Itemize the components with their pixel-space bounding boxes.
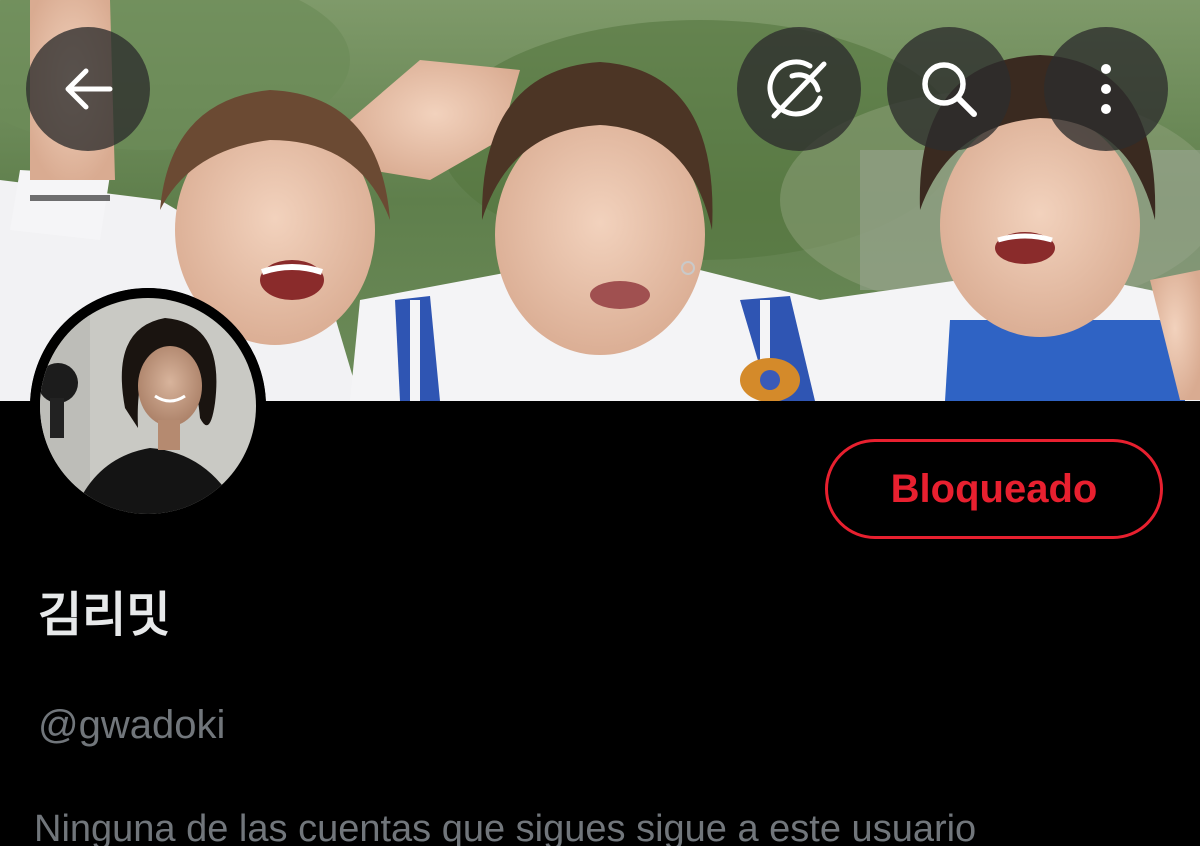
back-button[interactable] <box>26 27 150 151</box>
search-button[interactable] <box>887 27 1011 151</box>
more-options-button[interactable] <box>1044 27 1168 151</box>
profile-avatar[interactable] <box>30 288 266 524</box>
profile-page: Bloqueado 김리밋 @gwadoki Ninguna de las cu… <box>0 0 1200 846</box>
blocked-button[interactable]: Bloqueado <box>825 439 1163 539</box>
grok-icon <box>767 59 827 119</box>
profile-handle: @gwadoki <box>38 703 226 747</box>
blocked-button-label: Bloqueado <box>890 466 1098 511</box>
followers-you-know-text[interactable]: Ninguna de las cuentas que sigues sigue … <box>34 806 976 846</box>
arrow-left-icon <box>65 68 113 110</box>
search-icon <box>922 62 977 117</box>
more-vertical-icon <box>1101 64 1111 114</box>
grok-button[interactable] <box>737 27 861 151</box>
profile-display-name: 김리밋 <box>38 587 171 643</box>
